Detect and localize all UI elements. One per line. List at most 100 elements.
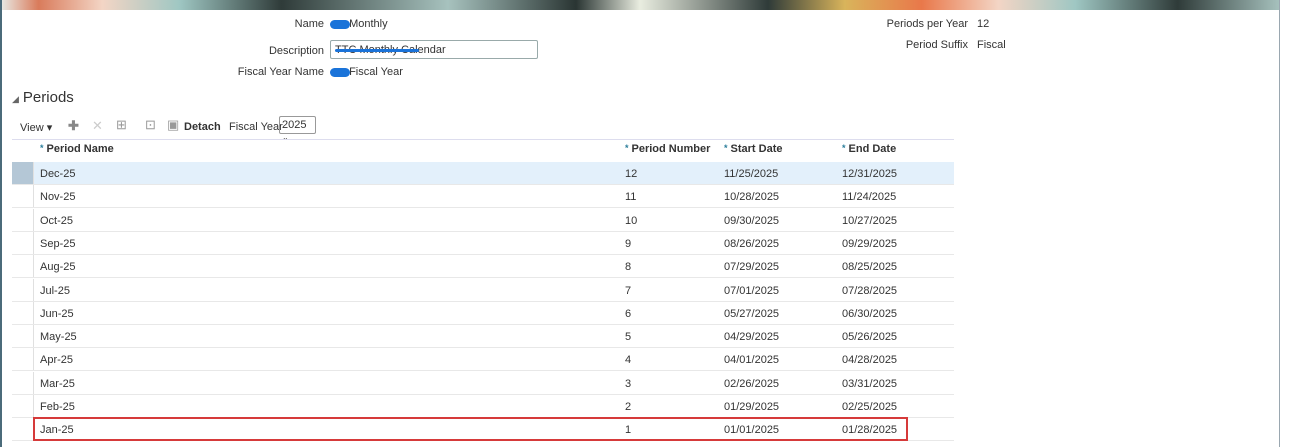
- start-date-cell: 07/29/2025: [724, 261, 780, 274]
- name-text: Monthly: [349, 18, 388, 30]
- end-date-cell: 10/27/2025: [842, 214, 898, 227]
- row-selector[interactable]: [12, 255, 34, 278]
- end-date-cell: 06/30/2025: [842, 307, 898, 320]
- add-icon[interactable]: ✚: [68, 118, 79, 134]
- end-date-cell: 03/31/2025: [842, 377, 898, 390]
- end-date-cell: 09/29/2025: [842, 237, 898, 250]
- highlight-box: [33, 417, 908, 441]
- fiscal-year-name-value: Fiscal Year: [330, 66, 403, 78]
- row-selector[interactable]: [12, 418, 34, 441]
- table-row[interactable]: Feb-25 2 01/29/2025 02/25/2025: [12, 395, 954, 418]
- detach-button[interactable]: Detach: [184, 121, 221, 133]
- table-row[interactable]: Oct-25 10 09/30/2025 10/27/2025: [12, 208, 954, 232]
- column-header-period-name[interactable]: * Period Name: [40, 143, 114, 155]
- window-border: [1279, 0, 1280, 447]
- period-number-cell: 11: [625, 191, 637, 204]
- window-border: [0, 0, 2, 447]
- period-name-cell: Feb-25: [40, 401, 75, 413]
- column-header-period-number[interactable]: * Period Number: [625, 143, 710, 155]
- row-selector[interactable]: [12, 208, 34, 231]
- period-name-cell: Jul-25: [40, 284, 70, 297]
- periods-section-header[interactable]: ◢ Periods: [12, 89, 74, 106]
- start-date-cell: 11/25/2025: [724, 168, 779, 180]
- delete-icon[interactable]: ✕: [92, 118, 103, 134]
- period-number-cell: 3: [625, 377, 632, 390]
- table-row[interactable]: Apr-25 4 04/01/2025 04/28/2025: [12, 348, 954, 372]
- required-icon: *: [625, 143, 629, 153]
- period-name-cell: May-25: [40, 331, 77, 344]
- period-number-cell: 2: [625, 401, 632, 413]
- end-date-cell: 05/26/2025: [842, 331, 898, 344]
- row-selector[interactable]: [12, 185, 34, 208]
- name-value: Monthly: [330, 18, 388, 30]
- start-date-cell: 08/26/2025: [724, 237, 780, 250]
- period-number-cell: 8: [625, 261, 632, 274]
- period-number-cell: 7: [625, 284, 632, 297]
- periods-per-year-label: Periods per Year: [886, 18, 968, 30]
- start-date-cell: 01/29/2025: [724, 401, 780, 413]
- start-date-cell: 07/01/2025: [724, 284, 780, 297]
- start-date-cell: 04/01/2025: [724, 354, 780, 367]
- required-icon: *: [842, 143, 846, 153]
- periods-per-year-value: 12: [977, 18, 990, 30]
- description-input[interactable]: TTC Monthly Calendar: [330, 40, 538, 59]
- table-row[interactable]: Jul-25 7 07/01/2025 07/28/2025: [12, 278, 954, 302]
- period-number-cell: 4: [625, 354, 632, 367]
- fiscal-year-name-label: Fiscal Year Name: [237, 66, 324, 78]
- period-name-cell: Aug-25: [40, 261, 76, 274]
- row-selector[interactable]: [12, 395, 34, 417]
- header-banner: [0, 0, 1280, 10]
- view-label: View: [20, 122, 44, 134]
- table-row[interactable]: Dec-25 12 11/25/2025 12/31/2025: [12, 162, 954, 185]
- start-date-cell: 09/30/2025: [724, 214, 780, 227]
- period-number-cell: 10: [625, 214, 638, 227]
- freeze-icon[interactable]: ⊡: [145, 117, 156, 133]
- period-name-cell: Oct-25: [40, 214, 74, 227]
- start-date-cell: 10/28/2025: [724, 191, 780, 204]
- row-selector[interactable]: [12, 371, 34, 394]
- end-date-cell: 02/25/2025: [842, 401, 898, 413]
- end-date-cell: 07/28/2025: [842, 284, 898, 297]
- table-row[interactable]: Jun-25 6 05/27/2025 06/30/2025: [12, 301, 954, 325]
- column-header-end-date[interactable]: * End Date: [842, 143, 896, 155]
- table-row[interactable]: May-25 5 04/29/2025 05/26/2025: [12, 325, 954, 349]
- end-date-cell: 12/31/2025: [842, 168, 898, 180]
- required-icon: *: [40, 143, 44, 153]
- period-name-cell: Mar-25: [40, 377, 75, 390]
- column-label: Period Name: [46, 143, 114, 155]
- fiscal-year-label: Fiscal Year: [229, 121, 283, 133]
- row-selector[interactable]: [12, 301, 34, 324]
- start-date-cell: 04/29/2025: [724, 331, 780, 344]
- row-selector[interactable]: [12, 325, 34, 348]
- row-selector[interactable]: [12, 231, 34, 254]
- end-date-cell: 04/28/2025: [842, 354, 898, 367]
- section-title: Periods: [22, 89, 74, 106]
- redaction-mark: [335, 49, 419, 52]
- table-row[interactable]: Nov-25 11 10/28/2025 11/24/2025: [12, 185, 954, 209]
- fiscal-year-select[interactable]: 2025 ⌄: [279, 116, 316, 142]
- column-label: Start Date: [730, 143, 783, 155]
- column-header-start-date[interactable]: * Start Date: [724, 143, 782, 155]
- table-row[interactable]: Sep-25 9 08/26/2025 09/29/2025: [12, 231, 954, 255]
- period-number-cell: 5: [625, 331, 632, 344]
- period-number-cell: 12: [625, 168, 638, 180]
- period-suffix-value: Fiscal: [977, 39, 1006, 51]
- redaction-mark: [330, 19, 350, 29]
- export-icon[interactable]: ⊞: [116, 117, 127, 133]
- period-number-cell: 6: [625, 307, 632, 320]
- view-menu[interactable]: View ▾: [20, 121, 52, 134]
- start-date-cell: 02/26/2025: [724, 377, 780, 390]
- detach-icon[interactable]: ▣: [167, 117, 179, 133]
- row-selector[interactable]: [12, 162, 34, 184]
- table-row[interactable]: Mar-25 3 02/26/2025 03/31/2025: [12, 371, 954, 395]
- period-name-cell: Nov-25: [40, 191, 76, 204]
- start-date-cell: 05/27/2025: [724, 307, 780, 320]
- column-label: Period Number: [631, 143, 711, 155]
- row-selector[interactable]: [12, 278, 34, 301]
- name-label: Name: [294, 18, 324, 30]
- required-icon: *: [724, 143, 728, 153]
- table-row[interactable]: Aug-25 8 07/29/2025 08/25/2025: [12, 255, 954, 279]
- collapse-triangle-icon[interactable]: ◢: [12, 94, 19, 104]
- row-selector[interactable]: [12, 348, 34, 371]
- column-label: End Date: [848, 143, 897, 155]
